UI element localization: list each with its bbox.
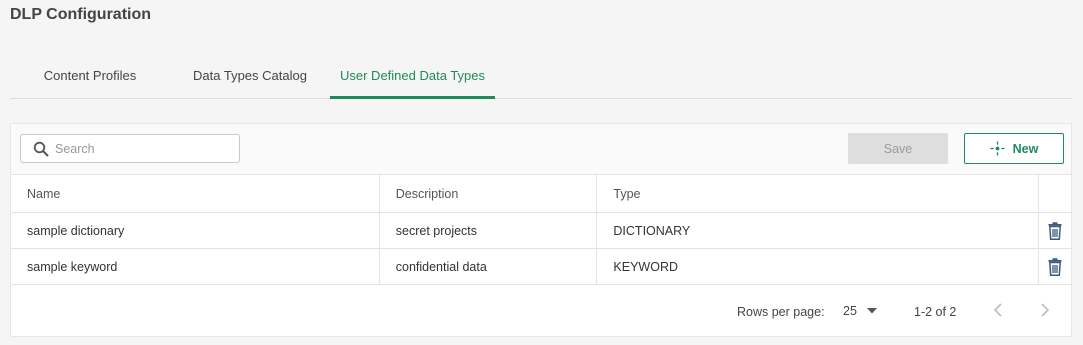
search-box[interactable] — [20, 134, 240, 163]
cell-type: KEYWORD — [596, 248, 1039, 285]
pagination-range: 1-2 of 2 — [914, 305, 957, 319]
search-icon — [33, 141, 49, 156]
trash-icon[interactable] — [1048, 257, 1062, 276]
tab-data-types-catalog[interactable]: Data Types Catalog — [180, 52, 320, 98]
cell-name: sample keyword — [11, 248, 380, 285]
save-button[interactable]: Save — [848, 133, 948, 164]
pagination-bar: Rows per page: 25 1-2 of 2 — [11, 290, 1071, 336]
tab-user-defined-data-types[interactable]: User Defined Data Types — [330, 52, 495, 99]
caret-down-icon — [866, 308, 877, 314]
new-button-label: New — [1012, 141, 1039, 156]
new-icon — [990, 141, 1005, 156]
column-header-actions — [1038, 174, 1071, 213]
cell-actions — [1038, 248, 1071, 285]
tab-content-profiles[interactable]: Content Profiles — [20, 52, 160, 98]
rows-per-page-select[interactable]: 25 — [843, 304, 877, 318]
cell-description: secret projects — [379, 212, 598, 249]
table-row[interactable]: sample keyword confidential data KEYWORD — [11, 248, 1071, 285]
cell-actions — [1038, 212, 1071, 249]
rows-per-page-value: 25 — [843, 304, 857, 318]
new-button[interactable]: New — [964, 133, 1064, 164]
search-input[interactable] — [55, 141, 225, 156]
tab-bar: Content Profiles Data Types Catalog User… — [10, 52, 1072, 99]
chevron-left-icon[interactable] — [993, 302, 1003, 321]
column-header-name[interactable]: Name — [11, 174, 380, 213]
trash-icon[interactable] — [1048, 221, 1062, 240]
cell-name: sample dictionary — [11, 212, 380, 249]
table-row[interactable]: sample dictionary secret projects DICTIO… — [11, 212, 1071, 249]
cell-type: DICTIONARY — [596, 212, 1039, 249]
data-types-panel: Save New Name Description Type sample di… — [10, 123, 1072, 337]
page-title: DLP Configuration — [10, 6, 152, 23]
chevron-right-icon[interactable] — [1040, 302, 1050, 321]
toolbar: Save New — [11, 124, 1071, 174]
table-header-row: Name Description Type — [11, 174, 1071, 213]
column-header-description[interactable]: Description — [379, 174, 598, 213]
rows-per-page-label: Rows per page: — [737, 305, 825, 319]
column-header-type[interactable]: Type — [596, 174, 1039, 213]
data-types-table: Name Description Type sample dictionary … — [11, 174, 1071, 285]
cell-description: confidential data — [379, 248, 598, 285]
